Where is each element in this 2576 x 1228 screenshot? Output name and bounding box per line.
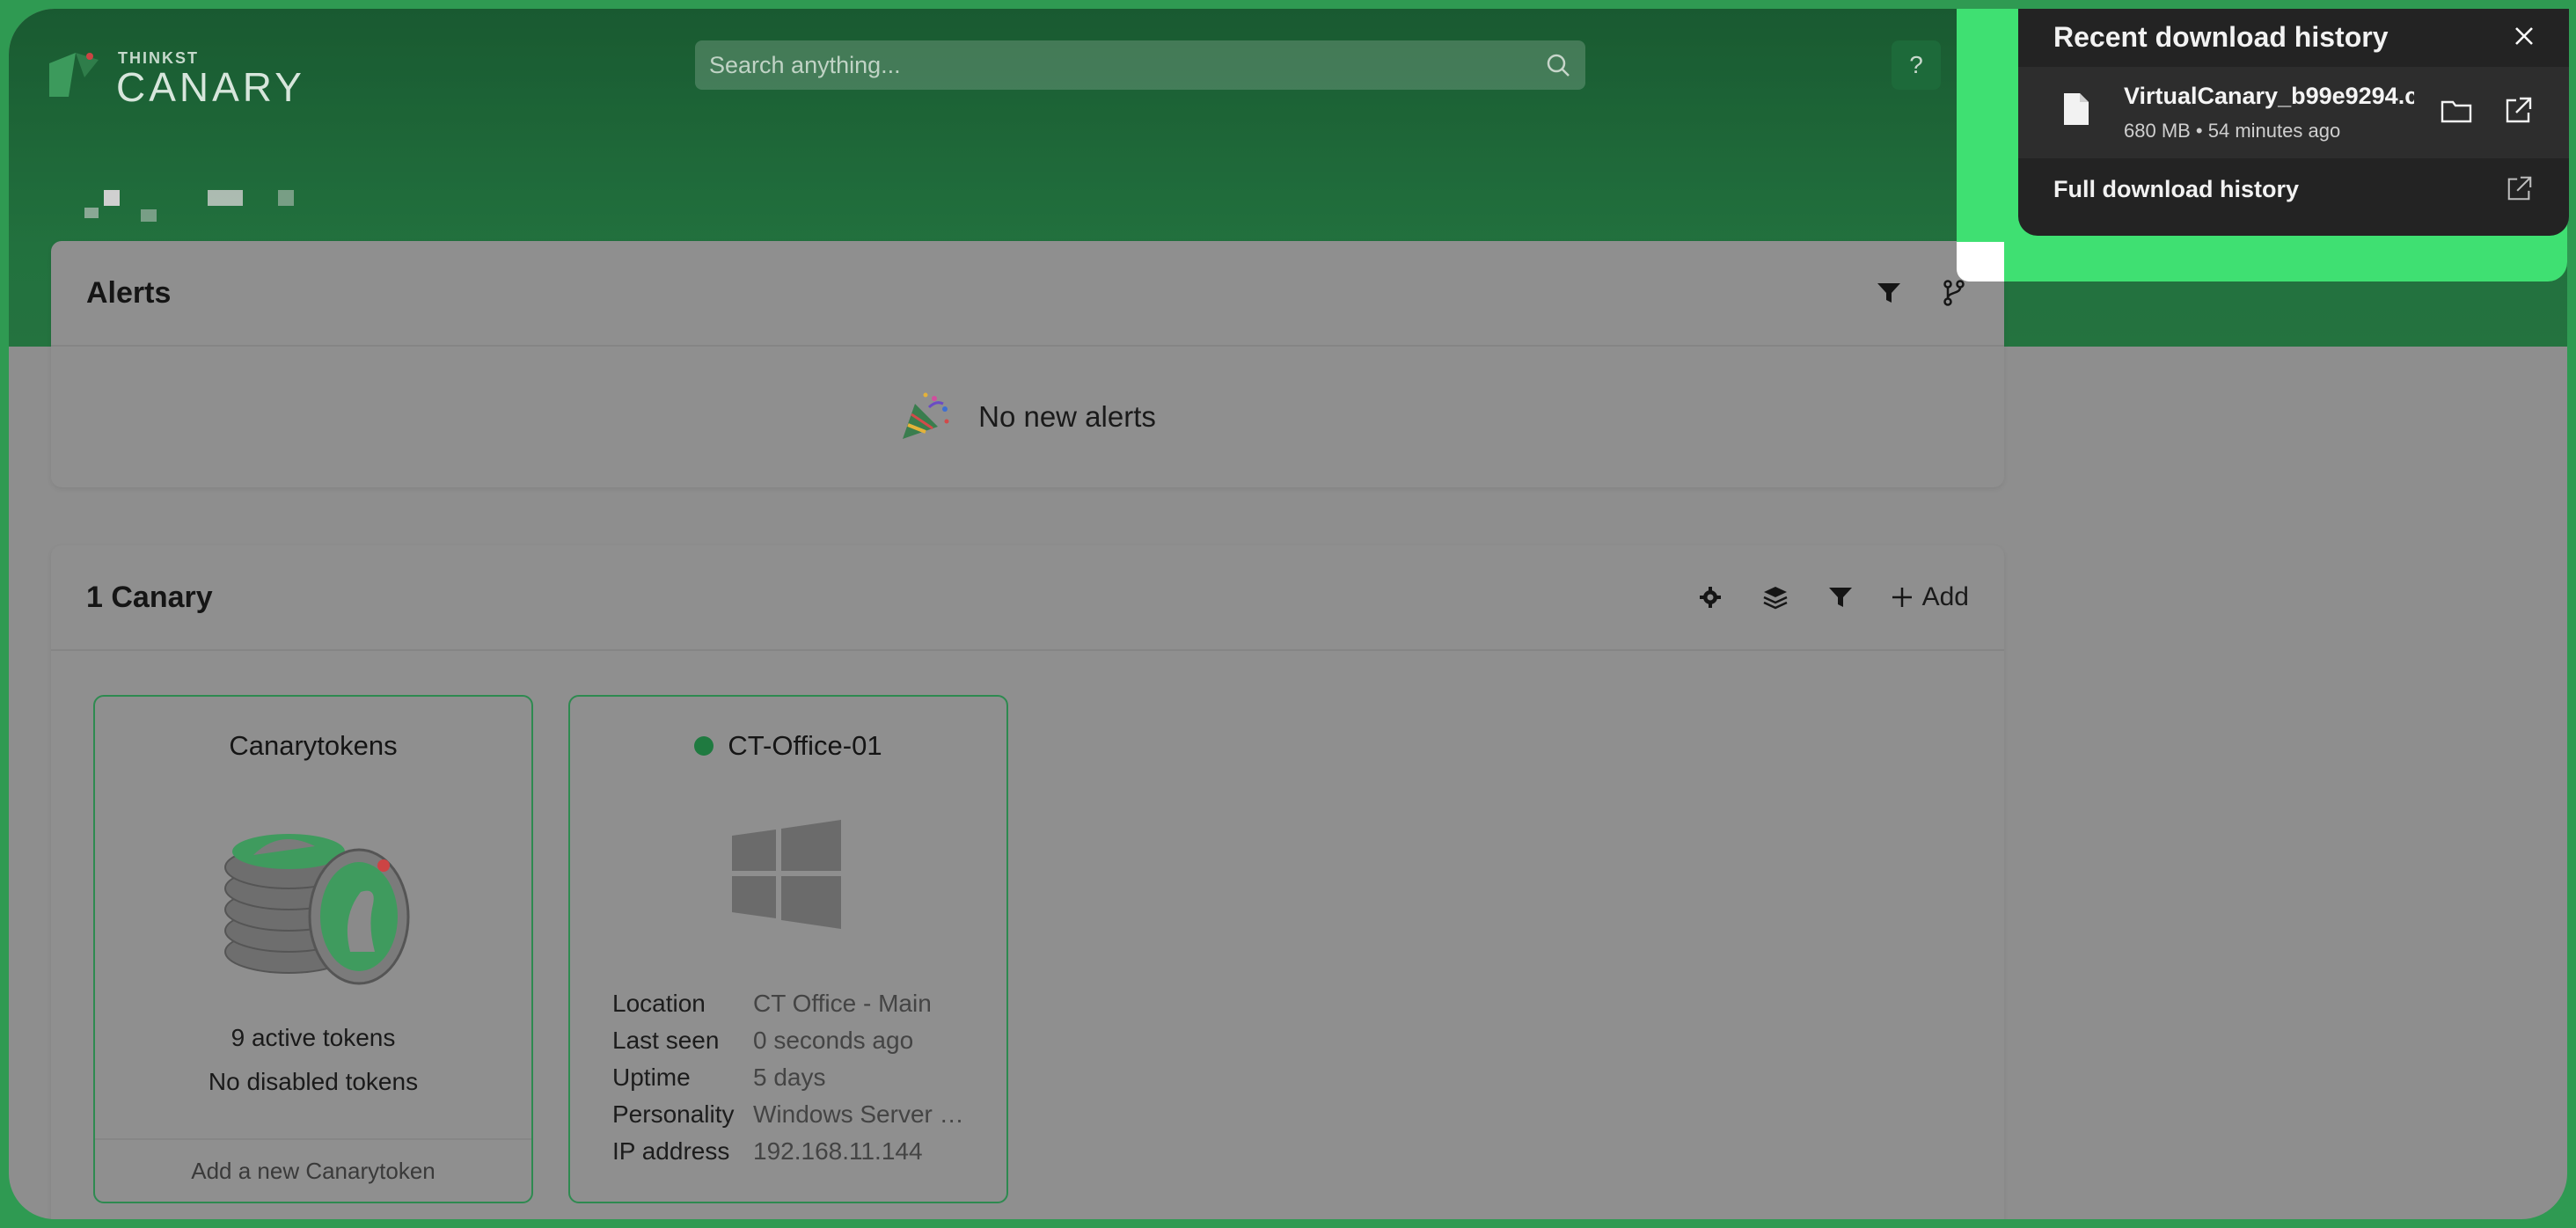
redacted-block xyxy=(104,190,120,206)
search-input[interactable] xyxy=(709,51,1545,79)
filter-button[interactable] xyxy=(1874,278,1904,308)
full-download-history-link[interactable]: Full download history xyxy=(2053,176,2299,203)
filter-icon xyxy=(1828,588,1852,607)
info-key: Personality xyxy=(612,1100,735,1128)
canarytokens-tile[interactable]: Canarytokens 9 active tokens No disabled… xyxy=(93,695,533,1203)
alerts-title: Alerts xyxy=(86,275,172,310)
canary-logo-icon xyxy=(49,53,99,97)
info-row-uptime: Uptime 5 days xyxy=(612,1059,964,1096)
canary-settings-button[interactable] xyxy=(1695,582,1725,612)
layers-button[interactable] xyxy=(1760,582,1790,612)
alerts-header: Alerts xyxy=(51,241,2004,347)
open-external-icon[interactable] xyxy=(2504,95,2534,125)
info-value: CT Office - Main xyxy=(753,990,932,1017)
branch-icon xyxy=(1943,280,1965,306)
party-popper-icon xyxy=(903,392,949,439)
device-title: CT-Office-01 xyxy=(570,730,1006,762)
device-name: CT-Office-01 xyxy=(728,730,882,761)
add-label: Add xyxy=(1921,582,1969,611)
canarytokens-title-text: Canarytokens xyxy=(229,730,398,761)
no-alerts-text: No new alerts xyxy=(978,400,1156,433)
redacted-block xyxy=(278,190,294,206)
device-info-table: Location CT Office - Main Last seen 0 se… xyxy=(612,985,964,1170)
canaries-title: 1 Canary xyxy=(86,580,213,614)
filter-button[interactable] xyxy=(1826,582,1855,612)
canarytokens-title: Canarytokens xyxy=(95,730,531,762)
no-alerts-message: No new alerts xyxy=(51,347,2004,487)
disabled-tokens-count: No disabled tokens xyxy=(208,1068,419,1095)
info-row-last-seen: Last seen 0 seconds ago xyxy=(612,1022,964,1059)
info-row-ip-address: IP address 192.168.11.144 xyxy=(612,1133,964,1170)
canary-logo[interactable]: THINKST CANARY xyxy=(49,42,366,110)
branch-button[interactable] xyxy=(1939,278,1969,308)
info-key: Uptime xyxy=(612,1064,691,1091)
info-value: 0 seconds ago xyxy=(753,1027,914,1054)
download-history-popover: Recent download history VirtualCanary_b9… xyxy=(2018,9,2569,236)
file-icon xyxy=(2064,93,2089,125)
help-button[interactable]: ? xyxy=(1892,40,1941,90)
plus-icon xyxy=(1892,588,1912,607)
logo-canary: CANARY xyxy=(116,64,305,110)
add-canarytoken-link[interactable]: Add a new Canarytoken xyxy=(95,1138,531,1202)
info-row-personality: Personality Windows Server … xyxy=(612,1096,964,1133)
info-value: 5 days xyxy=(753,1064,826,1091)
redacted-block xyxy=(208,190,243,206)
active-tokens-count: 9 active tokens xyxy=(231,1024,396,1051)
layers-icon xyxy=(1763,587,1788,610)
gear-icon xyxy=(1699,587,1721,608)
info-value: 192.168.11.144 xyxy=(753,1137,923,1165)
alerts-card: Alerts No new alerts xyxy=(51,241,2004,487)
open-external-icon[interactable] xyxy=(2506,174,2534,202)
redacted-block xyxy=(84,208,99,218)
download-history-title: Recent download history xyxy=(2053,21,2389,53)
canaries-header: 1 Canary Add xyxy=(51,545,2004,651)
info-key: Location xyxy=(612,990,706,1017)
info-value: Windows Server … xyxy=(753,1100,964,1128)
close-icon[interactable] xyxy=(2509,21,2539,51)
filter-icon xyxy=(1877,283,1900,303)
search-bar[interactable] xyxy=(695,40,1585,90)
help-icon: ? xyxy=(1909,51,1923,78)
info-row-location: Location CT Office - Main xyxy=(612,985,964,1022)
search-icon[interactable] xyxy=(1545,52,1571,78)
info-key: Last seen xyxy=(612,1027,720,1054)
add-button[interactable]: Add xyxy=(1891,582,1969,612)
add-canarytoken-label: Add a new Canarytoken xyxy=(191,1157,435,1184)
info-key: IP address xyxy=(612,1137,730,1165)
status-online-dot xyxy=(694,736,714,756)
windows-logo-icon xyxy=(732,820,841,929)
folder-icon[interactable] xyxy=(2441,97,2472,125)
canarytokens-coins-icon xyxy=(224,834,410,985)
download-file-name: VirtualCanary_b99e9294.c xyxy=(2124,83,2414,109)
download-file-meta: 680 MB • 54 minutes ago xyxy=(2124,120,2341,142)
download-item[interactable]: VirtualCanary_b99e9294.c 680 MB • 54 min… xyxy=(2018,67,2569,158)
redacted-block xyxy=(141,209,157,222)
